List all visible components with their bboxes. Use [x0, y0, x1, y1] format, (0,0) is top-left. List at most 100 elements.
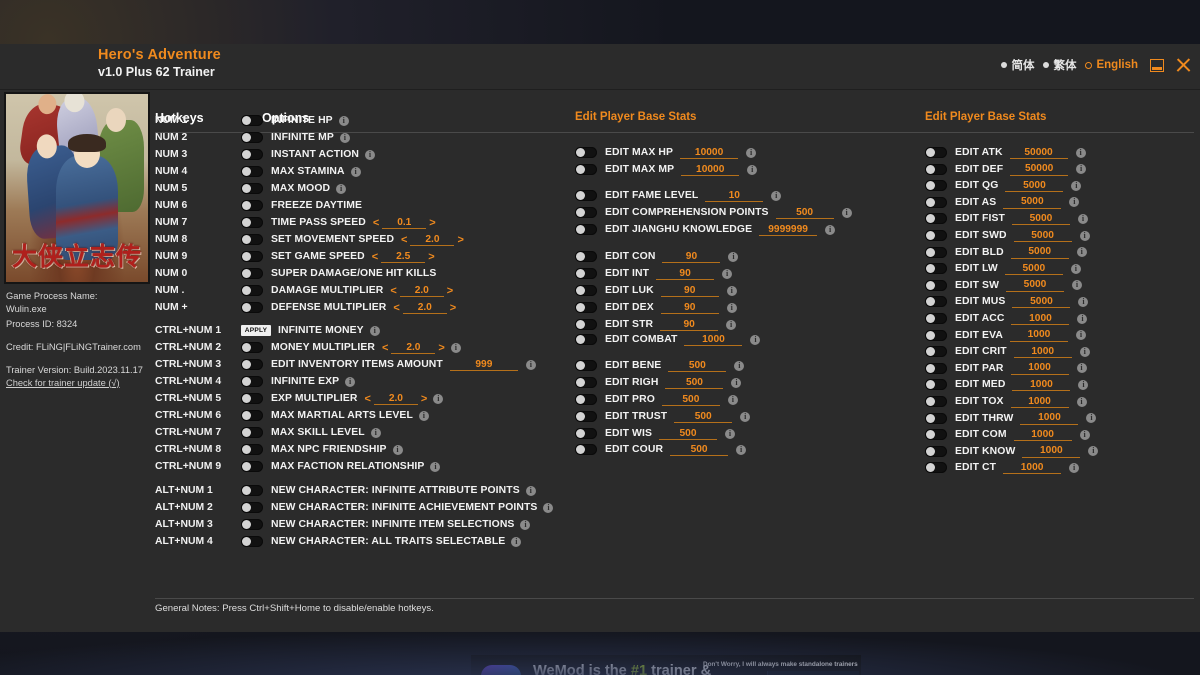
option-toggle[interactable] [241, 149, 263, 160]
option-toggle[interactable] [925, 263, 947, 275]
decrement-icon[interactable]: < [401, 234, 407, 246]
info-icon[interactable]: i [1086, 413, 1097, 424]
increment-icon[interactable]: > [429, 217, 435, 229]
option-toggle[interactable] [241, 485, 263, 496]
option-toggle[interactable] [241, 502, 263, 513]
option-toggle[interactable] [241, 251, 263, 262]
info-icon[interactable]: i [1078, 379, 1089, 390]
option-toggle[interactable] [575, 147, 597, 158]
decrement-icon[interactable]: < [382, 342, 388, 354]
value-input[interactable]: 90 [660, 318, 719, 331]
option-toggle[interactable] [241, 359, 263, 370]
increment-icon[interactable]: > [428, 251, 434, 263]
info-icon[interactable]: i [511, 536, 522, 547]
value-input[interactable]: 1000 [1003, 461, 1062, 475]
decrement-icon[interactable]: < [390, 285, 396, 297]
check-update-link[interactable]: Check for trainer update (√) [6, 377, 120, 390]
value-input[interactable]: 1000 [1012, 378, 1071, 392]
option-toggle[interactable] [575, 164, 597, 175]
option-toggle[interactable] [575, 444, 597, 455]
value-input[interactable]: 500 [674, 410, 733, 423]
value-input[interactable]: 500 [658, 427, 717, 440]
info-icon[interactable]: i [369, 325, 380, 336]
option-toggle[interactable] [241, 410, 263, 421]
option-toggle[interactable] [575, 190, 597, 201]
info-icon[interactable]: i [364, 149, 375, 160]
option-toggle[interactable] [925, 213, 947, 225]
option-toggle[interactable] [575, 377, 597, 388]
value-input[interactable]: 1000 [1010, 362, 1069, 375]
option-toggle[interactable] [925, 445, 947, 457]
info-icon[interactable]: i [1077, 313, 1088, 324]
info-icon[interactable]: i [1088, 446, 1099, 457]
spinner-value[interactable]: 2.0 [402, 301, 447, 314]
info-icon[interactable]: i [1075, 330, 1086, 341]
option-toggle[interactable] [575, 319, 597, 330]
info-icon[interactable]: i [731, 377, 742, 388]
option-toggle[interactable] [241, 285, 263, 296]
spinner-value[interactable]: 2.0 [391, 341, 436, 354]
option-toggle[interactable] [575, 207, 597, 218]
spinner-value[interactable]: 0.1 [382, 216, 427, 229]
value-input[interactable]: 9999999 [759, 223, 818, 236]
option-toggle[interactable] [241, 393, 263, 404]
option-toggle[interactable] [241, 444, 263, 455]
option-toggle[interactable] [241, 268, 263, 279]
option-toggle[interactable] [575, 428, 597, 439]
info-icon[interactable]: i [726, 302, 737, 313]
value-input[interactable]: 500 [668, 359, 727, 372]
option-toggle[interactable] [241, 183, 263, 194]
increment-icon[interactable]: > [457, 234, 463, 246]
option-toggle[interactable] [241, 166, 263, 177]
info-icon[interactable]: i [336, 183, 347, 194]
value-input[interactable]: 10000 [681, 163, 740, 176]
info-icon[interactable]: i [726, 319, 737, 330]
value-input[interactable]: 10 [705, 189, 764, 202]
option-toggle[interactable] [241, 536, 263, 547]
info-icon[interactable]: i [370, 427, 381, 438]
value-input[interactable]: 10000 [680, 146, 739, 159]
value-input[interactable]: 5000 [1005, 179, 1064, 193]
info-icon[interactable]: i [1076, 247, 1087, 258]
option-toggle[interactable] [925, 246, 947, 258]
option-toggle[interactable] [925, 362, 947, 374]
info-icon[interactable]: i [450, 342, 461, 353]
option-toggle[interactable] [241, 461, 263, 472]
value-input[interactable]: 1000 [1010, 395, 1069, 408]
info-icon[interactable]: i [726, 285, 737, 296]
info-icon[interactable]: i [339, 132, 350, 143]
option-toggle[interactable] [925, 296, 947, 308]
option-toggle[interactable] [925, 462, 947, 474]
value-input[interactable]: 90 [660, 284, 719, 297]
info-icon[interactable]: i [525, 359, 536, 370]
increment-icon[interactable]: > [447, 285, 453, 297]
option-toggle[interactable] [575, 251, 597, 262]
info-icon[interactable]: i [734, 360, 745, 371]
value-input[interactable]: 50000 [1009, 146, 1068, 159]
info-icon[interactable]: i [1070, 263, 1081, 274]
option-toggle[interactable] [241, 519, 263, 530]
info-icon[interactable]: i [430, 461, 441, 472]
info-icon[interactable]: i [746, 147, 757, 158]
info-icon[interactable]: i [724, 428, 735, 439]
info-icon[interactable]: i [1069, 197, 1080, 208]
info-icon[interactable]: i [543, 502, 554, 513]
option-toggle[interactable] [241, 217, 263, 228]
value-input[interactable]: 1000 [684, 333, 743, 346]
option-toggle[interactable] [925, 379, 947, 391]
info-icon[interactable]: i [736, 444, 747, 455]
option-toggle[interactable] [925, 313, 947, 324]
info-icon[interactable]: i [750, 334, 761, 345]
close-icon[interactable] [1176, 59, 1190, 72]
decrement-icon[interactable]: < [364, 393, 370, 405]
option-toggle[interactable] [925, 279, 947, 291]
value-input[interactable]: 5000 [1012, 295, 1071, 309]
option-toggle[interactable] [241, 302, 263, 313]
option-toggle[interactable] [925, 230, 947, 241]
option-toggle[interactable] [925, 396, 947, 407]
info-icon[interactable]: i [841, 207, 852, 218]
spinner-value[interactable]: 2.0 [373, 392, 418, 405]
value-input[interactable]: 999 [449, 358, 518, 371]
info-icon[interactable]: i [1077, 213, 1088, 224]
value-input[interactable]: 1000 [1020, 412, 1079, 425]
